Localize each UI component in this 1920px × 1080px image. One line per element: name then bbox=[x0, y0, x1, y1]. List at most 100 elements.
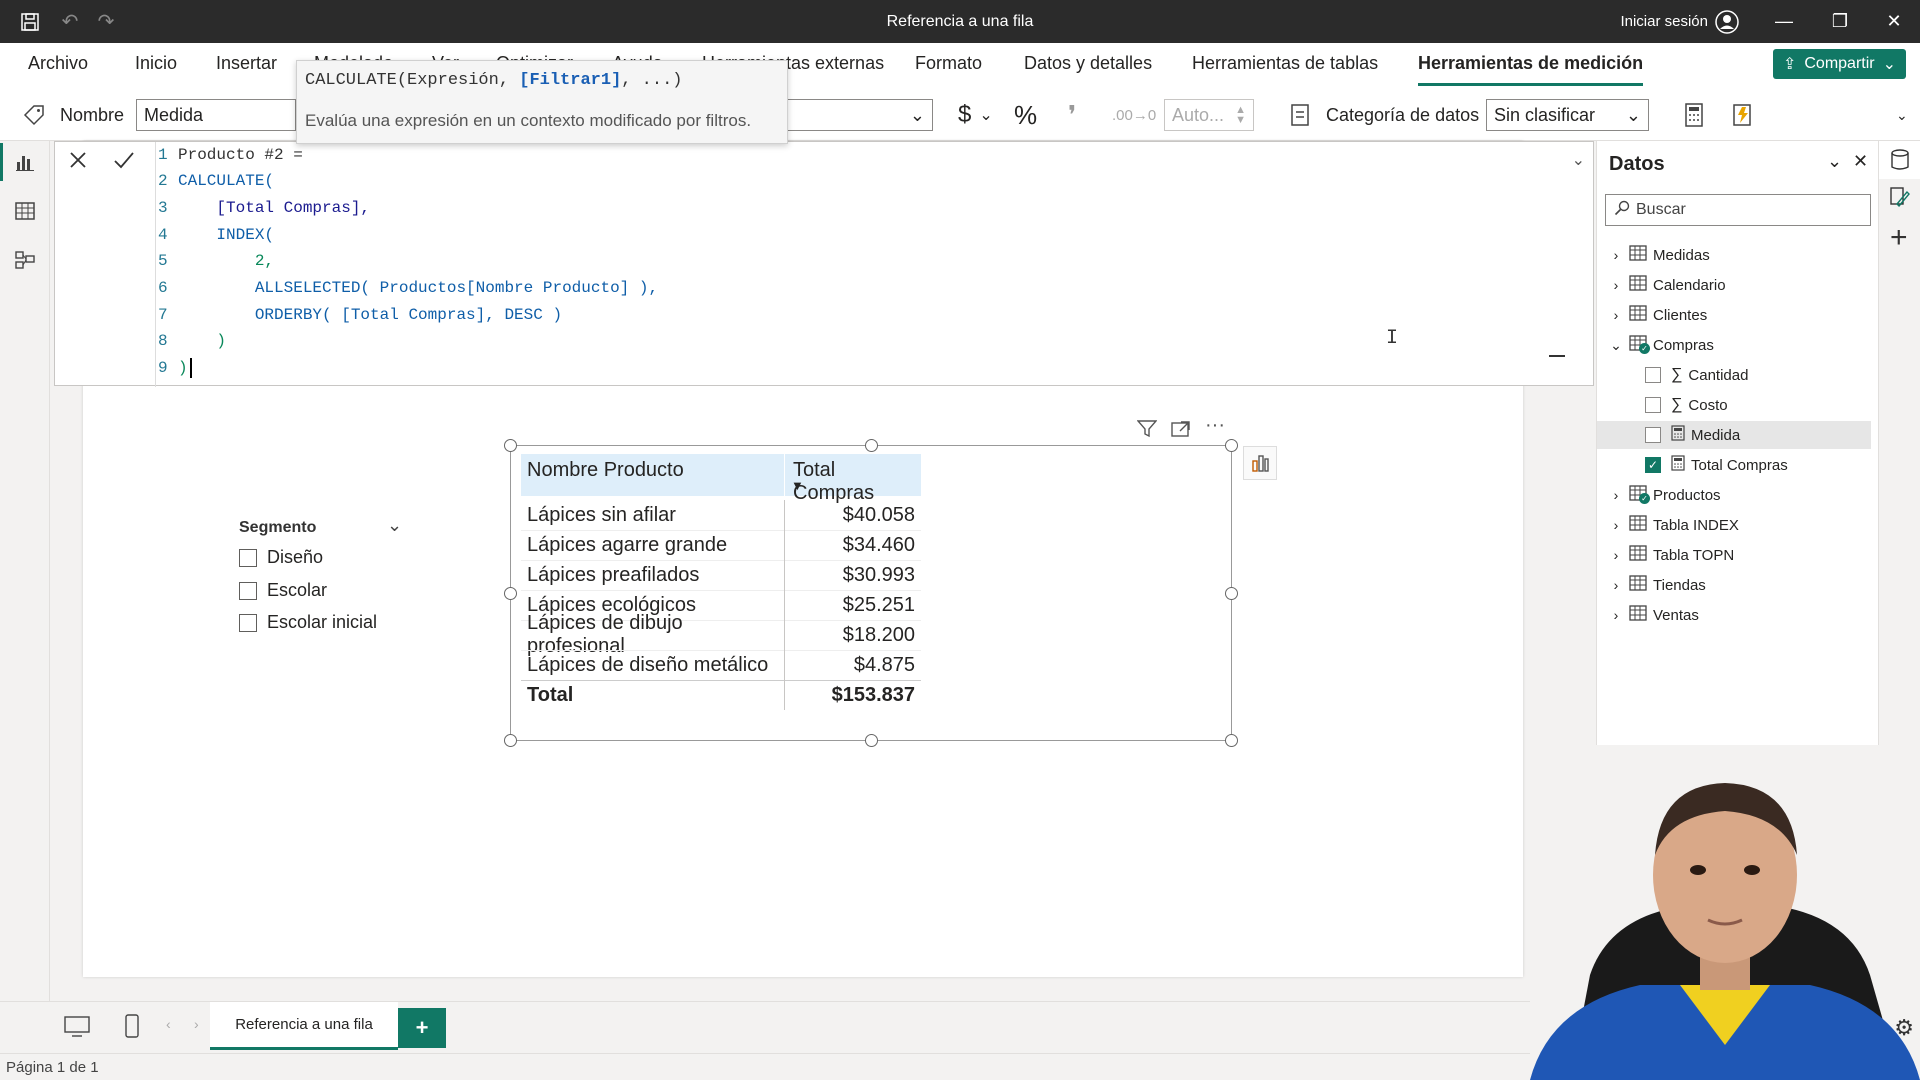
menu-inicio[interactable]: Inicio bbox=[135, 43, 177, 83]
resize-handle[interactable] bbox=[865, 734, 878, 747]
table-node[interactable]: ⌄ ✓ Compras bbox=[1597, 331, 1871, 359]
percent-button[interactable]: % bbox=[1014, 89, 1037, 141]
checkbox[interactable] bbox=[239, 581, 257, 600]
checkbox-checked[interactable]: ✓ bbox=[1645, 457, 1661, 473]
field-node[interactable]: ✓ Total Compras bbox=[1597, 451, 1871, 479]
sign-in-link[interactable]: Iniciar sesión bbox=[1608, 0, 1708, 43]
chevron-down-icon[interactable]: ⌄ bbox=[1827, 151, 1842, 172]
menu-insertar[interactable]: Insertar bbox=[216, 43, 277, 83]
currency-button[interactable]: $ ⌄ bbox=[958, 89, 993, 141]
table-node[interactable]: › Tabla TOPN bbox=[1597, 541, 1871, 569]
data-pane-icon[interactable] bbox=[1879, 141, 1920, 179]
minimize-icon[interactable]: — bbox=[1756, 0, 1812, 43]
chevron-down-icon[interactable]: ⌄ bbox=[387, 515, 402, 536]
mobile-layout-icon[interactable] bbox=[125, 1014, 139, 1043]
table-node[interactable]: › ✓ Productos bbox=[1597, 481, 1871, 509]
cancel-icon[interactable] bbox=[55, 142, 101, 178]
collapse-formula-icon[interactable]: ⌄ bbox=[1572, 150, 1585, 170]
decimals-input[interactable]: Auto... bbox=[1172, 105, 1224, 126]
field-node[interactable]: Medida bbox=[1597, 421, 1871, 449]
chevron-right-icon[interactable]: › bbox=[1603, 607, 1629, 623]
menu-formato[interactable]: Formato bbox=[915, 43, 982, 83]
checkbox[interactable] bbox=[1645, 367, 1661, 383]
menu-datos-y-detalles[interactable]: Datos y detalles bbox=[1024, 43, 1152, 83]
model-view-icon[interactable] bbox=[12, 247, 38, 273]
chevron-right-icon[interactable]: › bbox=[1603, 547, 1629, 563]
table-row[interactable]: Lápices agarre grande $34.460 bbox=[521, 530, 921, 560]
table-row[interactable]: Lápices sin afilar $40.058 bbox=[521, 500, 921, 530]
menu-archivo[interactable]: Archivo bbox=[28, 43, 88, 83]
table-row[interactable]: Lápices preafilados $30.993 bbox=[521, 560, 921, 590]
quick-measure-icon[interactable] bbox=[1730, 89, 1754, 141]
more-options-icon[interactable]: ··· bbox=[1205, 414, 1225, 437]
column-header[interactable]: Nombre Producto bbox=[521, 454, 785, 496]
table-node[interactable]: › Calendario bbox=[1597, 271, 1871, 299]
undo-icon[interactable]: ↶ bbox=[56, 0, 84, 43]
resize-handle[interactable] bbox=[504, 587, 517, 600]
report-view-icon[interactable] bbox=[12, 149, 38, 175]
resize-handle[interactable] bbox=[865, 439, 878, 452]
comma-button[interactable]: ❜ bbox=[1068, 89, 1076, 141]
chevron-right-icon[interactable]: › bbox=[1603, 487, 1629, 503]
close-pane-icon[interactable]: ✕ bbox=[1853, 151, 1868, 172]
search-input[interactable]: Buscar bbox=[1636, 201, 1686, 219]
chevron-right-icon[interactable]: › bbox=[1603, 577, 1629, 593]
search-box[interactable]: Buscar bbox=[1605, 194, 1871, 226]
table-node[interactable]: › Clientes bbox=[1597, 301, 1871, 329]
close-window-icon[interactable]: ✕ bbox=[1866, 0, 1920, 43]
table-node[interactable]: › Tiendas bbox=[1597, 571, 1871, 599]
checkbox[interactable] bbox=[239, 548, 257, 567]
chevron-right-icon[interactable]: › bbox=[1603, 517, 1629, 533]
resize-handle[interactable] bbox=[504, 439, 517, 452]
field-node[interactable]: ∑ Cantidad bbox=[1597, 361, 1871, 389]
user-avatar-icon[interactable] bbox=[1712, 0, 1742, 43]
slicer-option[interactable]: Escolar bbox=[239, 580, 327, 601]
format-pane-icon[interactable] bbox=[1889, 186, 1911, 213]
next-page-icon[interactable]: › bbox=[194, 1016, 199, 1032]
commit-icon[interactable] bbox=[101, 142, 147, 178]
restore-icon[interactable]: ❐ bbox=[1812, 0, 1868, 43]
checkbox[interactable] bbox=[1645, 427, 1661, 443]
share-button[interactable]: ⇪ Compartir ⌄ bbox=[1772, 49, 1906, 79]
resize-handle[interactable] bbox=[1225, 587, 1238, 600]
decimal-decrease-icon[interactable]: .00→0 bbox=[1112, 89, 1156, 141]
checkbox[interactable] bbox=[239, 613, 257, 632]
table-node[interactable]: › Medidas bbox=[1597, 241, 1871, 269]
segment-slicer[interactable]: Segmento ⌄ Diseño Escolar Escolar inicia… bbox=[239, 515, 489, 639]
category-select[interactable]: Sin clasificar bbox=[1494, 105, 1595, 126]
redo-icon[interactable]: ↷ bbox=[92, 0, 120, 43]
table-visual[interactable]: ··· Nombre Producto Total Compras ▼ Lápic… bbox=[504, 414, 1277, 747]
table-view-icon[interactable] bbox=[12, 198, 38, 224]
calculator-icon[interactable] bbox=[1684, 89, 1704, 141]
save-icon[interactable] bbox=[16, 0, 44, 43]
desktop-layout-icon[interactable] bbox=[64, 1016, 90, 1043]
chevron-right-icon[interactable]: › bbox=[1603, 247, 1629, 263]
visual-type-icon[interactable] bbox=[1243, 446, 1277, 480]
slicer-option[interactable]: Escolar inicial bbox=[239, 612, 377, 633]
spinner-icon[interactable]: ▲ ▼ bbox=[1235, 105, 1246, 126]
menu-herramientas-de-medicion[interactable]: Herramientas de medición bbox=[1418, 43, 1644, 86]
checkbox[interactable] bbox=[1645, 397, 1661, 413]
add-page-button[interactable]: + bbox=[398, 1008, 446, 1048]
table-node[interactable]: › Ventas bbox=[1597, 601, 1871, 629]
prev-page-icon[interactable]: ‹ bbox=[166, 1016, 171, 1032]
collapse-ribbon-icon[interactable]: ⌄ bbox=[1896, 89, 1908, 141]
format-dropdown[interactable]: ⌄ bbox=[788, 99, 933, 131]
table-node[interactable]: › Tabla INDEX bbox=[1597, 511, 1871, 539]
settings-gear-icon[interactable]: ⚙ bbox=[1894, 1015, 1914, 1041]
slicer-option[interactable]: Diseño bbox=[239, 547, 323, 568]
column-header[interactable]: Total Compras ▼ bbox=[785, 454, 921, 504]
add-pane-icon[interactable]: + bbox=[1890, 223, 1908, 253]
focus-mode-icon[interactable] bbox=[1171, 420, 1191, 443]
name-input[interactable]: Medida bbox=[136, 99, 296, 131]
table-row[interactable]: Lápices de dibujo profesional $18.200 bbox=[521, 612, 921, 657]
page-tab[interactable]: Referencia a una fila bbox=[210, 1002, 398, 1050]
resize-handle[interactable] bbox=[504, 734, 517, 747]
table-row[interactable]: Lápices de diseño metálico $4.875 bbox=[521, 650, 921, 680]
dax-editor[interactable]: 1 Producto #2 = 2 CALCULATE( 3 [Total Comp… bbox=[155, 142, 1595, 387]
chevron-right-icon[interactable]: › bbox=[1603, 307, 1629, 323]
resize-handle[interactable] bbox=[1549, 355, 1565, 357]
chevron-right-icon[interactable]: › bbox=[1603, 277, 1629, 293]
menu-herramientas-de-tablas[interactable]: Herramientas de tablas bbox=[1192, 43, 1378, 83]
resize-handle[interactable] bbox=[1225, 439, 1238, 452]
